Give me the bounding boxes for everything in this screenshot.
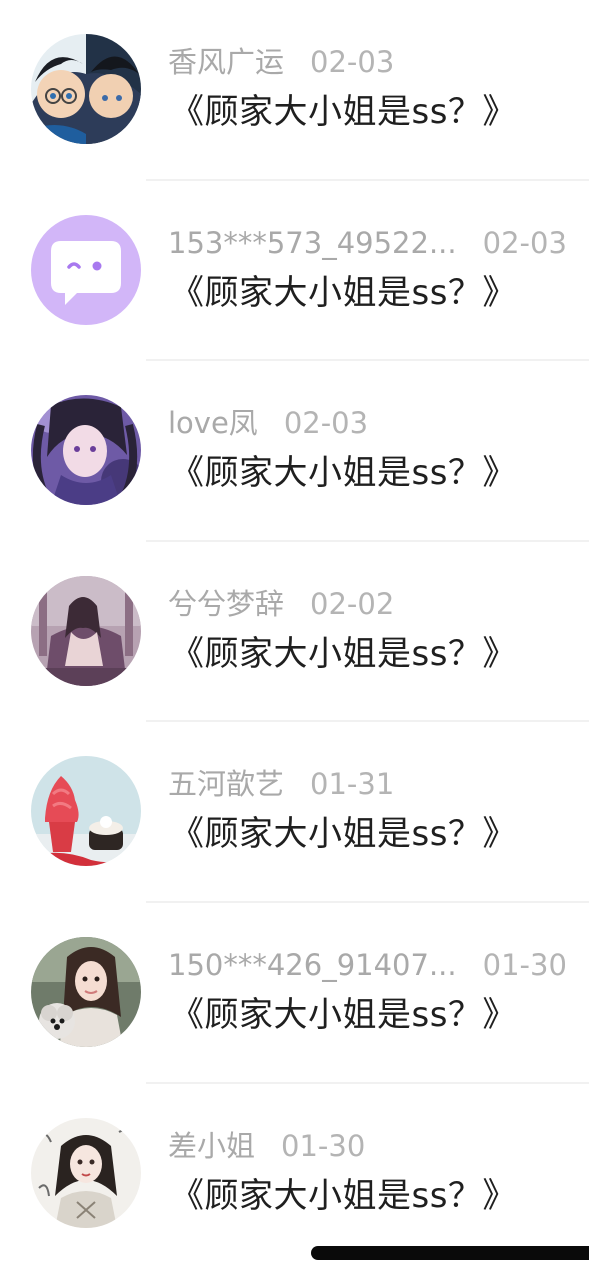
avatar-default-chat-bubble-icon — [31, 214, 141, 325]
message-meta: 150***426_91407... 01-30 — [168, 945, 567, 985]
message-date: 02-03 — [482, 225, 567, 260]
message-date: 02-02 — [310, 586, 395, 621]
avatar-anime-girl-purple-icon — [31, 395, 141, 506]
avatar[interactable] — [31, 575, 141, 686]
home-indicator[interactable] — [311, 1246, 589, 1260]
avatar[interactable] — [31, 214, 141, 325]
list-item[interactable]: 153***573_49522... 02-03 《顾家大小姐是ss？》 — [0, 181, 589, 362]
message-content[interactable]: 《顾家大小姐是ss？》 — [170, 812, 517, 856]
avatar[interactable] — [31, 1117, 141, 1228]
message-date: 01-31 — [310, 767, 395, 802]
list-item[interactable]: love凤 02-03 《顾家大小姐是ss？》 — [0, 361, 589, 542]
message-date: 02-03 — [283, 406, 369, 441]
avatar-ink-girl-icon — [31, 1117, 141, 1228]
messages-screen: 香风广运 02-03 《顾家大小姐是ss？》 153***573_49522...… — [0, 0, 589, 1280]
sender-name[interactable]: 差小姐 — [168, 1126, 255, 1166]
avatar-girl-with-dog-icon — [31, 936, 141, 1047]
list-item[interactable]: 香风广运 02-03 《顾家大小姐是ss？》 — [0, 0, 589, 181]
message-meta: 香风广运 02-03 — [168, 42, 394, 82]
sender-name[interactable]: 五河歆艺 — [168, 764, 284, 804]
sender-name[interactable]: 153***573_49522... — [168, 223, 457, 263]
avatar[interactable] — [31, 936, 141, 1047]
list-item[interactable]: 兮兮梦辞 02-02 《顾家大小姐是ss？》 — [0, 542, 589, 723]
message-meta: 差小姐 01-30 — [168, 1126, 365, 1166]
sender-name[interactable]: 150***426_91407... — [168, 945, 457, 985]
avatar-anime-girl-throne-icon — [31, 575, 141, 686]
message-content[interactable]: 《顾家大小姐是ss？》 — [170, 451, 517, 495]
message-list[interactable]: 香风广运 02-03 《顾家大小姐是ss？》 153***573_49522...… — [0, 0, 589, 1264]
message-meta: love凤 02-03 — [168, 403, 368, 443]
message-meta: 153***573_49522... 02-03 — [168, 223, 567, 263]
message-content[interactable]: 《顾家大小姐是ss？》 — [170, 993, 517, 1037]
list-item[interactable]: 150***426_91407... 01-30 《顾家大小姐是ss？》 — [0, 903, 589, 1084]
list-item[interactable]: 差小姐 01-30 《顾家大小姐是ss？》 — [0, 1084, 589, 1265]
avatar-anime-detective-icon — [31, 34, 141, 144]
sender-name[interactable]: 兮兮梦辞 — [168, 584, 284, 624]
avatar-ice-cream-icon — [31, 756, 141, 867]
message-date: 01-30 — [482, 947, 567, 982]
message-meta: 五河歆艺 01-31 — [168, 764, 394, 804]
avatar[interactable] — [31, 34, 141, 144]
sender-name[interactable]: 香风广运 — [168, 42, 284, 82]
message-content[interactable]: 《顾家大小姐是ss？》 — [170, 90, 517, 134]
message-content[interactable]: 《顾家大小姐是ss？》 — [170, 271, 517, 315]
message-content[interactable]: 《顾家大小姐是ss？》 — [170, 1174, 517, 1218]
avatar[interactable] — [31, 395, 141, 506]
list-item[interactable]: 五河歆艺 01-31 《顾家大小姐是ss？》 — [0, 722, 589, 903]
sender-name[interactable]: love凤 — [168, 403, 258, 443]
message-date: 01-30 — [281, 1128, 366, 1163]
message-meta: 兮兮梦辞 02-02 — [168, 584, 394, 624]
avatar[interactable] — [31, 756, 141, 867]
message-date: 02-03 — [310, 45, 395, 79]
message-content[interactable]: 《顾家大小姐是ss？》 — [170, 632, 517, 676]
